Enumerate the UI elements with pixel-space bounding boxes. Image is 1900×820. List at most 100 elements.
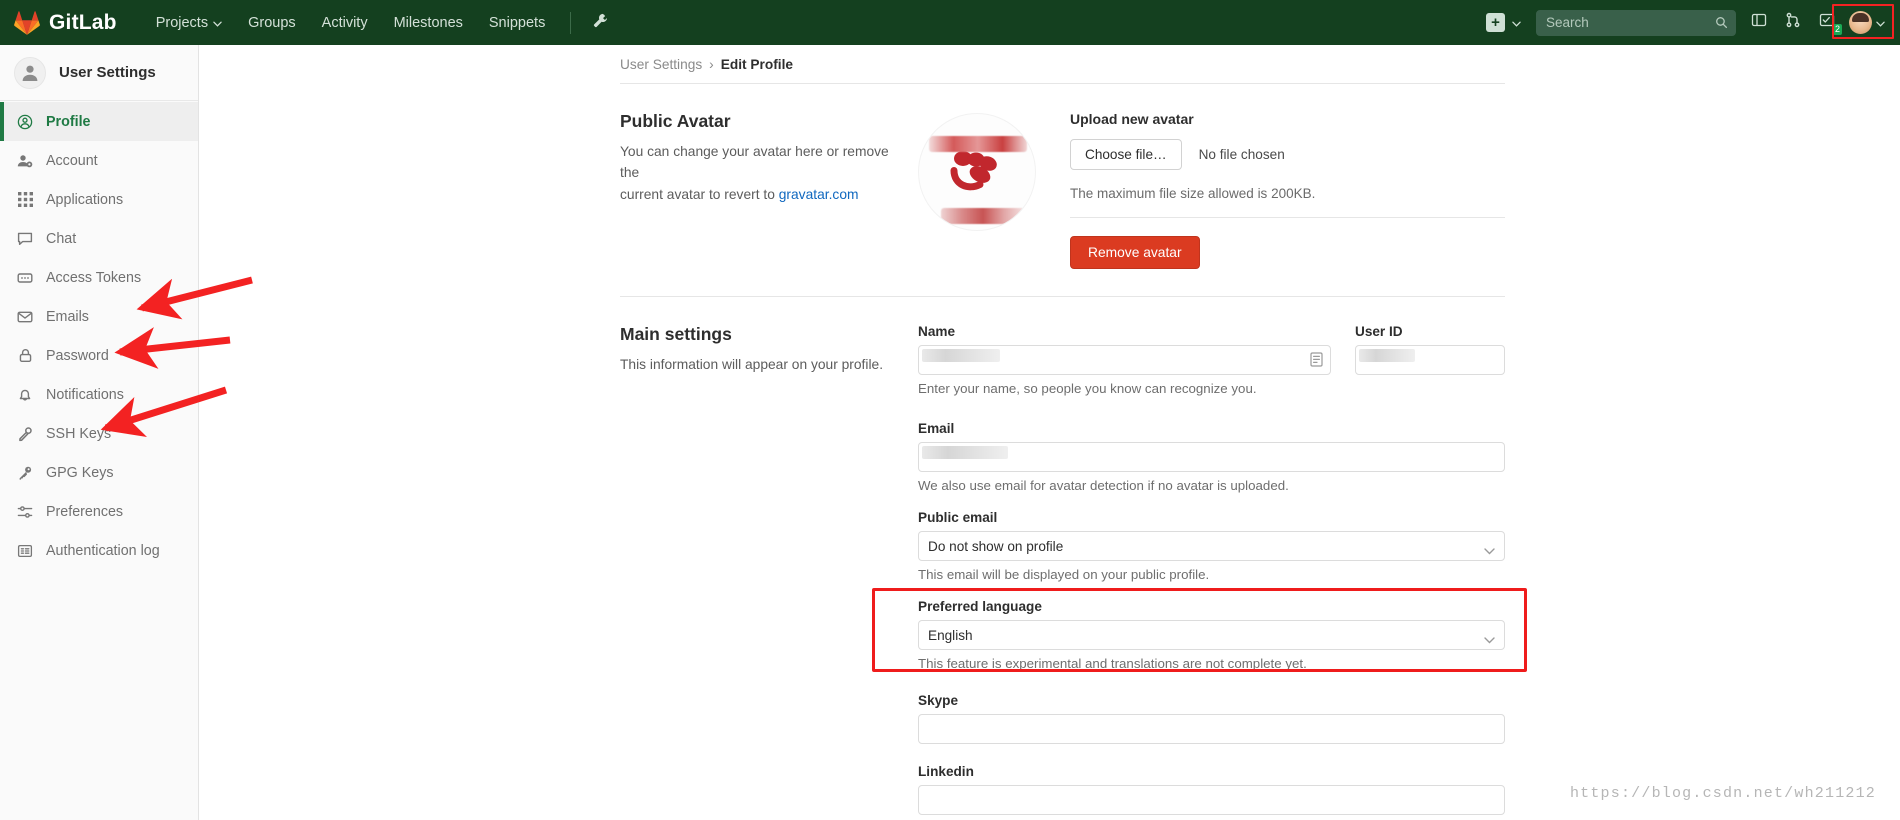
preferred-language-select[interactable]: English	[918, 620, 1505, 650]
nav-item-milestones[interactable]: Milestones	[381, 3, 476, 43]
sidebar-item-applications[interactable]: Applications	[0, 180, 198, 219]
name-field-group: Name Enter your name, so people you know…	[918, 324, 1331, 396]
search-input[interactable]	[1536, 9, 1736, 36]
sidebar-item-account[interactable]: Account	[0, 141, 198, 180]
sidebar-item-chat[interactable]: Chat	[0, 219, 198, 258]
main-content-area: User Settings › Edit Profile Public Avat…	[199, 45, 1900, 820]
no-file-chosen-label: No file chosen	[1198, 147, 1285, 162]
avatar	[1849, 11, 1872, 34]
todos-button[interactable]: 2	[1810, 5, 1844, 40]
sidebar-item-label: Emails	[46, 308, 89, 325]
max-file-size-hint: The maximum file size allowed is 200KB.	[1070, 186, 1316, 201]
todos-count-badge: 2	[1832, 24, 1842, 35]
sidebar-item-label: Access Tokens	[46, 269, 142, 286]
breadcrumb-root[interactable]: User Settings	[620, 57, 702, 72]
nav-projects-label: Projects	[155, 14, 209, 31]
current-avatar-image	[918, 113, 1036, 231]
bell-icon	[16, 386, 34, 404]
chevron-down-icon	[1512, 14, 1521, 32]
top-navigation-bar: GitLab Projects Groups Activity Mileston…	[0, 0, 1900, 45]
sidebar-item-label: Password	[46, 347, 109, 364]
applications-grid-icon	[16, 191, 34, 209]
sidebar-item-label: SSH Keys	[46, 425, 112, 442]
public-email-select[interactable]: Do not show on profile	[918, 531, 1505, 561]
nav-milestones-label: Milestones	[393, 14, 463, 31]
admin-area-button[interactable]	[583, 5, 618, 41]
main-settings-section: Main settings This information will appe…	[620, 297, 1505, 820]
sidebar-item-profile[interactable]: Profile	[0, 102, 198, 141]
sidebar-item-password[interactable]: Password	[0, 336, 198, 375]
primary-nav-links: Projects Groups Activity Milestones Snip…	[143, 3, 619, 43]
user-avatar-placeholder-icon	[14, 56, 46, 89]
userid-field-group: User ID	[1355, 324, 1505, 396]
email-value-redaction	[922, 446, 1008, 459]
email-help-text: We also use email for avatar detection i…	[918, 478, 1289, 493]
nav-item-activity[interactable]: Activity	[309, 3, 381, 43]
account-icon	[16, 152, 34, 170]
upload-new-avatar-title: Upload new avatar	[1070, 111, 1194, 127]
breadcrumb-current: Edit Profile	[720, 57, 793, 72]
name-label: Name	[918, 324, 956, 339]
issues-button[interactable]	[1742, 5, 1776, 40]
name-value-redaction	[922, 349, 1000, 362]
sidebar-item-ssh-keys[interactable]: SSH Keys	[0, 414, 198, 453]
gitlab-brand-text: GitLab	[49, 10, 117, 34]
sidebar-item-access-tokens[interactable]: Access Tokens	[0, 258, 198, 297]
skype-input[interactable]	[918, 714, 1505, 744]
remove-avatar-button[interactable]: Remove avatar	[1070, 236, 1200, 269]
choose-file-button[interactable]: Choose file…	[1070, 139, 1182, 170]
nav-item-snippets[interactable]: Snippets	[476, 3, 558, 43]
public-avatar-section: Public Avatar You can change your avatar…	[620, 84, 1505, 269]
name-help-text: Enter your name, so people you know can …	[918, 381, 1257, 396]
ssh-key-icon	[16, 425, 34, 443]
sidebar-title: User Settings	[59, 64, 156, 81]
main-settings-info: Main settings This information will appe…	[620, 324, 918, 820]
sidebar-item-notifications[interactable]: Notifications	[0, 375, 198, 414]
user-menu-dropdown[interactable]	[1844, 8, 1890, 37]
public-avatar-desc-line1: You can change your avatar here or remov…	[620, 144, 889, 181]
sidebar-item-authentication-log[interactable]: Authentication log	[0, 531, 198, 570]
chat-bubble-icon	[16, 230, 34, 248]
sidebar-item-label: Authentication log	[46, 542, 160, 559]
merge-request-icon	[1785, 12, 1801, 33]
public-email-field-group: Public email Do not show on profile This…	[918, 510, 1505, 582]
sidebar-nav-list: Profile Account Applications Chat Access…	[0, 101, 198, 570]
public-avatar-title: Public Avatar	[620, 111, 731, 131]
new-item-dropdown[interactable]: +	[1477, 7, 1530, 38]
avatar-redaction-bottom	[941, 208, 1025, 224]
skype-label: Skype	[918, 693, 959, 708]
access-token-icon	[16, 269, 34, 287]
sidebar-item-label: Notifications	[46, 386, 124, 403]
gpg-key-icon	[16, 464, 34, 482]
sidebar-item-label: Preferences	[46, 503, 124, 520]
name-input-suffix-icon	[1310, 352, 1323, 372]
name-userid-row: Name Enter your name, so people you know…	[918, 324, 1505, 413]
main-settings-description: This information will appear on your pro…	[620, 357, 884, 372]
gitlab-logo-link[interactable]: GitLab	[14, 10, 117, 36]
sidebar-item-label: Profile	[46, 113, 91, 130]
merge-requests-button[interactable]	[1776, 5, 1810, 40]
chevron-down-icon	[1876, 14, 1885, 32]
file-chooser-row: Choose file… No file chosen	[1070, 139, 1505, 170]
nav-item-groups[interactable]: Groups	[235, 3, 309, 43]
skype-field-group: Skype	[918, 693, 1505, 744]
preferences-sliders-icon	[16, 503, 34, 521]
nav-snippets-label: Snippets	[488, 14, 546, 31]
settings-content-column: User Settings › Edit Profile Public Avat…	[620, 45, 1505, 820]
issues-board-icon	[1751, 12, 1767, 33]
public-email-label: Public email	[918, 510, 998, 525]
sidebar-item-preferences[interactable]: Preferences	[0, 492, 198, 531]
sidebar-item-label: Applications	[46, 191, 124, 208]
linkedin-input[interactable]	[918, 785, 1505, 815]
avatar-redaction-top	[929, 136, 1027, 152]
gravatar-link[interactable]: gravatar.com	[779, 187, 859, 202]
auth-log-icon	[16, 542, 34, 560]
sidebar-item-gpg-keys[interactable]: GPG Keys	[0, 453, 198, 492]
search-container	[1536, 9, 1736, 36]
nav-activity-label: Activity	[321, 14, 368, 31]
nav-item-projects[interactable]: Projects	[143, 3, 235, 43]
sidebar-item-emails[interactable]: Emails	[0, 297, 198, 336]
breadcrumb-separator: ›	[709, 57, 714, 72]
linkedin-field-group: Linkedin	[918, 764, 1505, 815]
public-email-help-text: This email will be displayed on your pub…	[918, 567, 1210, 582]
